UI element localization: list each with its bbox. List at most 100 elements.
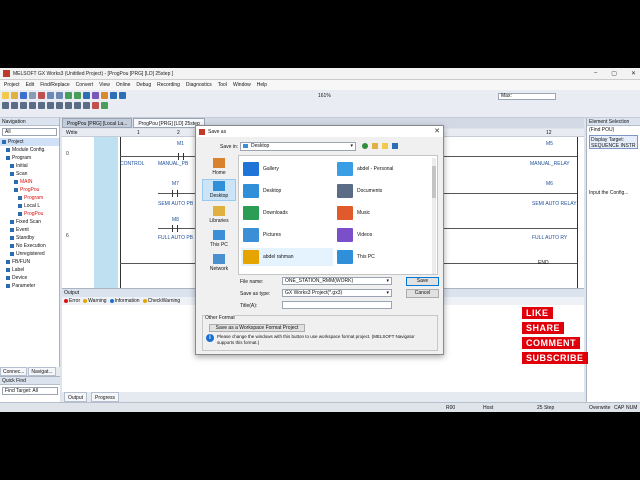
coil-icon[interactable]: [38, 102, 45, 109]
place-this-pc[interactable]: This PC: [202, 227, 236, 249]
tree-item[interactable]: Program: [0, 194, 59, 202]
tree-item[interactable]: Parameter: [0, 282, 59, 290]
read-plc-icon[interactable]: [119, 92, 126, 99]
file-item[interactable]: Pictures: [241, 226, 333, 244]
tree-item[interactable]: Program: [0, 154, 59, 162]
output-tab-warning[interactable]: Warning: [83, 298, 107, 304]
file-item[interactable]: abdel - Personal: [335, 160, 427, 178]
file-item[interactable]: Downloads: [241, 204, 333, 222]
rising-edge-icon[interactable]: [56, 102, 63, 109]
find-pou-field[interactable]: (Find POU): [587, 126, 640, 134]
sequence-instruction-select[interactable]: SEQUENCE INSTR: [591, 143, 636, 149]
tree-item[interactable]: Label: [0, 266, 59, 274]
tree-item[interactable]: Fixed Scan: [0, 218, 59, 226]
display-target-box[interactable]: Display Target: SEQUENCE INSTR: [589, 135, 638, 149]
menu-find-replace[interactable]: Find/Replace: [40, 82, 69, 88]
undo-icon[interactable]: [65, 92, 72, 99]
tree-item[interactable]: Standby: [0, 234, 59, 242]
contact-symbol[interactable]: [178, 153, 184, 160]
tree-item[interactable]: Initial: [0, 162, 59, 170]
tree-item[interactable]: Scan: [0, 170, 59, 178]
open-icon[interactable]: [11, 92, 18, 99]
open-contact-icon[interactable]: [2, 102, 9, 109]
tree-item[interactable]: ProgPou: [0, 210, 59, 218]
file-item[interactable]: This PC: [335, 248, 427, 266]
menu-diagnostics[interactable]: Diagnostics: [186, 82, 212, 88]
tree-item[interactable]: No Execution: [0, 242, 59, 250]
menu-convert[interactable]: Convert: [76, 82, 94, 88]
cancel-button[interactable]: Cancel: [406, 289, 439, 298]
tab-local-label[interactable]: ProgPou [PRG] [Local La...: [62, 118, 133, 128]
view-menu-icon[interactable]: [392, 143, 398, 149]
save-icon[interactable]: [20, 92, 27, 99]
tree-item[interactable]: Project: [0, 138, 59, 146]
place-libraries[interactable]: Libraries: [202, 203, 236, 225]
cut-icon[interactable]: [38, 92, 45, 99]
tree-item[interactable]: Module Config.: [0, 146, 59, 154]
write-plc-icon[interactable]: [110, 92, 117, 99]
convert-icon[interactable]: [92, 92, 99, 99]
title-input[interactable]: [282, 301, 392, 309]
paste-icon[interactable]: [56, 92, 63, 99]
falling-edge-icon[interactable]: [65, 102, 72, 109]
tree-item[interactable]: ProgPou: [0, 186, 59, 194]
file-list-scrollbar[interactable]: [432, 158, 436, 274]
maximize-button[interactable]: ▢: [611, 70, 617, 77]
close-branch-icon[interactable]: [29, 102, 36, 109]
output-tab-checkwarning[interactable]: CheckWarning: [142, 298, 180, 304]
line-vertical-icon[interactable]: [83, 102, 90, 109]
monitor-icon[interactable]: [101, 92, 108, 99]
contact-symbol[interactable]: [172, 190, 178, 197]
menu-help[interactable]: Help: [257, 82, 267, 88]
menu-online[interactable]: Online: [116, 82, 130, 88]
instruction-icon[interactable]: [47, 102, 54, 109]
scrollbar-thumb[interactable]: [432, 166, 436, 198]
file-item[interactable]: Music: [335, 204, 427, 222]
save-in-select[interactable]: Desktop ▾: [240, 142, 356, 151]
close-contact-icon[interactable]: [11, 102, 18, 109]
file-name-input[interactable]: ONE_STATION_RMM(WORK) ▾: [282, 277, 392, 285]
menu-debug[interactable]: Debug: [136, 82, 151, 88]
line-horizontal-icon[interactable]: [74, 102, 81, 109]
output-tab-error[interactable]: Error: [64, 298, 80, 304]
contact-symbol[interactable]: [172, 225, 178, 232]
mode-select[interactable]: Max:: [498, 93, 556, 100]
copy-icon[interactable]: [47, 92, 54, 99]
tree-item[interactable]: Local L: [0, 202, 59, 210]
place-home[interactable]: Home: [202, 155, 236, 177]
menu-window[interactable]: Window: [233, 82, 251, 88]
dialog-close-button[interactable]: ✕: [434, 127, 440, 135]
save-workspace-button[interactable]: Save as a Workspace Format Project: [209, 324, 305, 332]
zoom-level[interactable]: 161%: [318, 93, 331, 99]
menu-tool[interactable]: Tool: [218, 82, 227, 88]
tree-item[interactable]: MAIN: [0, 178, 59, 186]
close-window-button[interactable]: ✕: [631, 70, 636, 77]
tab-progress[interactable]: Progress: [91, 392, 120, 402]
menu-recording[interactable]: Recording: [157, 82, 180, 88]
menu-view[interactable]: View: [99, 82, 110, 88]
file-item[interactable]: Documents: [335, 182, 427, 200]
place-network[interactable]: Network: [202, 251, 236, 273]
file-item[interactable]: abdel rahman: [241, 248, 333, 266]
back-icon[interactable]: [362, 143, 368, 149]
new-folder-icon[interactable]: [382, 143, 388, 149]
tab-output[interactable]: Output: [64, 392, 88, 402]
menu-project[interactable]: Project: [4, 82, 20, 88]
navigation-filter[interactable]: All: [2, 128, 57, 136]
save-as-type-select[interactable]: GX Works3 Project(*.gx3) ▾: [282, 289, 392, 297]
tab-navigation[interactable]: Navigat...: [28, 367, 56, 376]
redo-icon[interactable]: [74, 92, 81, 99]
up-folder-icon[interactable]: [372, 143, 378, 149]
menu-edit[interactable]: Edit: [26, 82, 35, 88]
file-item[interactable]: Desktop: [241, 182, 333, 200]
find-target-select[interactable]: Find Target: All: [2, 387, 58, 395]
new-project-icon[interactable]: [2, 92, 9, 99]
file-item[interactable]: Gallery: [241, 160, 333, 178]
tree-item[interactable]: Event: [0, 226, 59, 234]
tab-connection[interactable]: Connec...: [0, 367, 28, 376]
find-icon[interactable]: [83, 92, 90, 99]
minimize-button[interactable]: –: [594, 70, 597, 77]
tree-item[interactable]: Unregistered: [0, 250, 59, 258]
tree-item[interactable]: Device: [0, 274, 59, 282]
file-list[interactable]: Gallery abdel - Personal Desktop Documents D…: [238, 155, 438, 275]
